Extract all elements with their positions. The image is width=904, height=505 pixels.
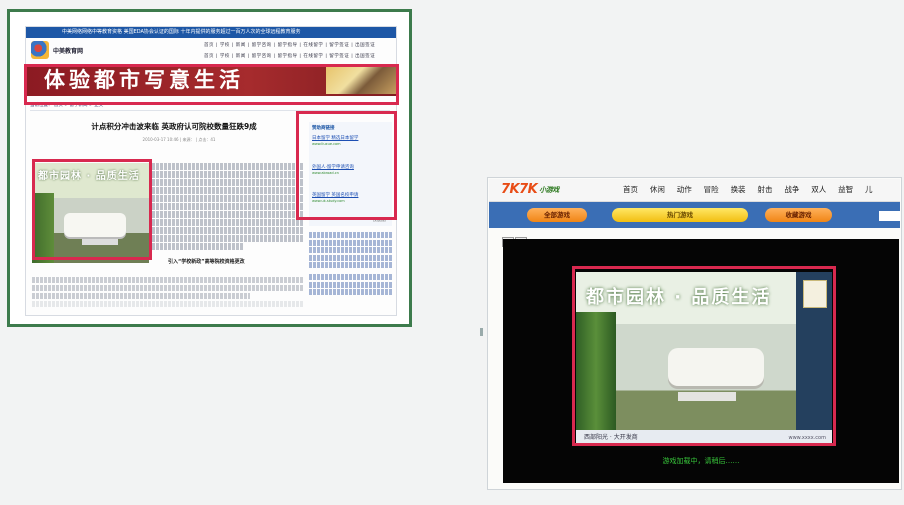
sponsored-link-url: www.liuxue.com	[312, 142, 341, 146]
list-item[interactable]	[309, 254, 392, 261]
table-graphic	[82, 239, 118, 245]
article-meta: 2010-03-17 10:46 | 来源： | 点击：41	[142, 137, 216, 142]
nav-item-home[interactable]: 首页	[623, 185, 638, 194]
article-body-text-2	[32, 277, 304, 309]
nav-row-2[interactable]: 首页 | 学校 | 新闻 | 留学咨询 | 留学指导 | 在线留学 | 留学签证…	[204, 51, 392, 62]
game-toolbar: 全部游戏 热门游戏 收藏游戏	[489, 202, 900, 228]
sidebar-link-list	[309, 232, 392, 297]
sponsored-link[interactable]: 日本留学 精选日本留学	[312, 135, 358, 141]
site-logo[interactable]: 中美教育网	[31, 41, 99, 61]
hot-games-button[interactable]: 热门游戏	[612, 208, 748, 222]
all-games-button[interactable]: 全部游戏	[527, 208, 587, 222]
sofa-graphic	[668, 348, 764, 386]
nav-item-shooting[interactable]: 射击	[757, 185, 772, 194]
developer-logo	[803, 280, 827, 308]
right-screenshot-frame: 7K7K 小游戏 首页 休闲 动作 冒险 换装 射击 战争 双人 益智 儿 全部游…	[480, 177, 902, 490]
top-info-bar: 中美网络网络中等教育资格 美国EDA协会认证的国际 十年内提供的服务超过一百万人…	[26, 27, 396, 38]
game-site-nav: 首页 休闲 动作 冒险 换装 射击 战争 双人 益智 儿	[623, 184, 882, 195]
article-title: 计点积分冲击波来临 英政府认可院校数量狂跌9成	[91, 122, 257, 131]
nav-item-kids[interactable]: 儿	[865, 185, 873, 194]
scroll-left-handle[interactable]	[480, 328, 483, 336]
sponsored-link[interactable]: 英国留学 英国名校申请	[312, 192, 358, 198]
article-body-text	[152, 163, 304, 251]
preroll-image-ad[interactable]: 都市园林 · 品质生活 西部阳光 · 大开发商 www.xxxx.com	[576, 272, 832, 446]
nav-item-adventure[interactable]: 冒险	[704, 185, 719, 194]
list-item[interactable]	[309, 281, 392, 288]
sponsored-links-box: 赞助商链接 日本留学 精选日本留学 www.liuxue.com 外国人·留学申…	[309, 122, 392, 226]
banner-ad-text: 体验都市写意生活	[44, 67, 244, 92]
game-loading-area: 都市园林 · 品质生活 西部阳光 · 大开发商 www.xxxx.com 游戏加…	[503, 239, 899, 483]
sponsored-link[interactable]: 外国人·留学申请咨询	[312, 164, 354, 170]
list-item[interactable]	[309, 289, 392, 295]
banner-ad-photo	[326, 66, 396, 94]
sofa-graphic	[64, 213, 126, 237]
ad-info-bar-text: 西部阳光 · 大开发商	[584, 434, 638, 441]
logo-icon	[31, 41, 49, 59]
breadcrumb: 当前位置： 首页 > 留学新闻 > 正文	[30, 102, 390, 111]
preroll-image-ad-caption: 都市园林 · 品质生活	[586, 287, 772, 308]
list-item[interactable]	[309, 274, 392, 280]
inline-image-ad-caption: 都市园林 · 品质生活	[38, 171, 140, 182]
game-site-logo-text: 7K7K	[501, 182, 538, 197]
banner-ad[interactable]: 体验都市写意生活	[26, 64, 396, 96]
top-navigation: 首页 | 学校 | 新闻 | 留学咨询 | 留学指导 | 在线留学 | 留学签证…	[204, 40, 392, 62]
sponsored-link-url: www.uk-study.com	[312, 199, 345, 203]
left-screenshot-frame: 中美网络网络中等教育资格 美国EDA协会认证的国际 十年内提供的服务超过一百万人…	[7, 9, 412, 327]
list-item[interactable]	[309, 262, 392, 268]
loading-text: 游戏加载中，请稍后……	[662, 457, 740, 465]
favorite-games-button[interactable]: 收藏游戏	[765, 208, 832, 222]
sponsored-link-url: www.abroad.cn	[312, 171, 339, 175]
plant-graphic	[32, 193, 54, 263]
nav-item-action[interactable]: 动作	[677, 185, 692, 194]
zoom-tools: +−	[502, 229, 528, 247]
ad-info-bar-url: www.xxxx.com	[788, 435, 826, 441]
list-item[interactable]	[309, 247, 392, 253]
nav-row-1[interactable]: 首页 | 学校 | 新闻 | 留学咨询 | 留学指导 | 在线留学 | 留学签证…	[204, 40, 392, 51]
search-input[interactable]	[879, 211, 900, 221]
plant-graphic	[576, 312, 616, 430]
ad-info-bar: 西部阳光 · 大开发商 www.xxxx.com	[576, 430, 832, 446]
sponsored-links-footer[interactable]: 投放推广	[373, 217, 389, 223]
game-site-header: 7K7K 小游戏 首页 休闲 动作 冒险 换装 射击 战争 双人 益智 儿	[489, 179, 900, 202]
table-graphic	[678, 392, 736, 401]
nav-item-two-player[interactable]: 双人	[811, 185, 826, 194]
article-subheading: 引入“学校新政”高等院校资格更改	[168, 259, 245, 265]
inline-image-ad[interactable]: 都市园林 · 品质生活	[32, 163, 149, 263]
game-site-logo[interactable]: 7K7K 小游戏	[501, 182, 559, 197]
nav-item-casual[interactable]: 休闲	[650, 185, 665, 194]
list-item[interactable]	[309, 232, 392, 238]
nav-item-puzzle[interactable]: 益智	[838, 185, 853, 194]
game-site-logo-sub: 小游戏	[539, 185, 559, 194]
list-item[interactable]	[309, 239, 392, 246]
sponsored-links-header: 赞助商链接	[312, 126, 335, 131]
news-web-page: 中美网络网络中等教育资格 美国EDA协会认证的国际 十年内提供的服务超过一百万人…	[25, 26, 397, 316]
nav-item-war[interactable]: 战争	[784, 185, 799, 194]
nav-item-dressup[interactable]: 换装	[731, 185, 746, 194]
site-logo-text: 中美教育网	[53, 48, 84, 55]
ad-side-panel	[796, 272, 832, 430]
